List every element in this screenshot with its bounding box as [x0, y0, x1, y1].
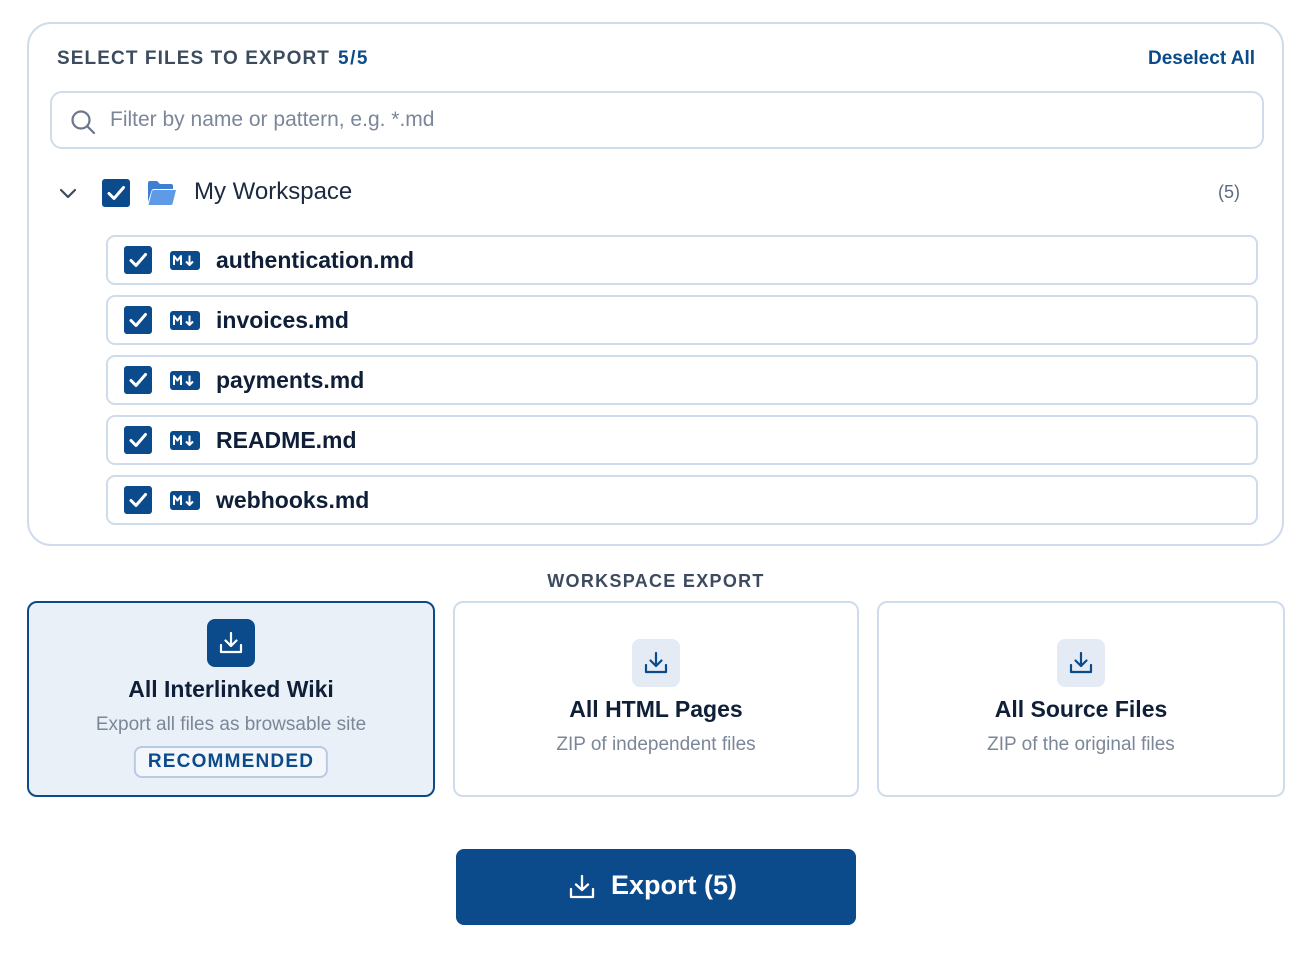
panel-title-text: SELECT FILES TO EXPORT	[57, 48, 330, 69]
export-button[interactable]: Export (5)	[456, 849, 856, 925]
file-selection-panel: SELECT FILES TO EXPORT 5/5 Deselect All M…	[27, 22, 1284, 546]
export-button-label: Export (5)	[611, 870, 738, 900]
search-icon	[71, 110, 96, 135]
file-name: invoices.md	[216, 307, 349, 333]
file-checkbox[interactable]	[124, 486, 152, 514]
option-description: ZIP of the original files	[987, 734, 1175, 755]
workspace-checkbox[interactable]	[102, 179, 130, 207]
folder-open-icon	[148, 181, 176, 205]
check-icon	[129, 493, 147, 507]
option-interlinked-wiki[interactable]: All Interlinked Wiki Export all files as…	[27, 601, 435, 797]
file-name: README.md	[216, 427, 357, 453]
download-icon	[569, 874, 595, 899]
workspace-export-label: WORKSPACE EXPORT	[547, 571, 765, 591]
option-html-pages[interactable]: All HTML Pages ZIP of independent files	[453, 601, 859, 797]
panel-title: SELECT FILES TO EXPORT 5/5	[57, 48, 369, 70]
file-checkbox[interactable]	[124, 426, 152, 454]
markdown-icon	[170, 431, 200, 450]
search-input[interactable]	[110, 101, 1240, 139]
workspace-name: My Workspace	[194, 178, 353, 205]
check-icon	[129, 313, 147, 327]
option-description: Export all files as browsable site	[95, 714, 367, 735]
file-row[interactable]: payments.md	[106, 355, 1258, 405]
deselect-all-button[interactable]: Deselect All	[1148, 48, 1255, 70]
option-description: ZIP of independent files	[556, 734, 756, 755]
recommended-badge: RECOMMENDED	[133, 746, 329, 778]
file-checkbox[interactable]	[124, 246, 152, 274]
check-icon	[129, 373, 147, 387]
file-checkbox[interactable]	[124, 366, 152, 394]
file-name: payments.md	[216, 367, 365, 393]
file-row[interactable]: README.md	[106, 415, 1258, 465]
option-title: All HTML Pages	[569, 696, 743, 722]
chevron-down-icon[interactable]	[57, 182, 79, 204]
file-checkbox[interactable]	[124, 306, 152, 334]
download-icon	[632, 639, 680, 687]
selected-count: 5/5	[338, 48, 369, 69]
download-icon	[1057, 639, 1105, 687]
workspace-row: My Workspace (5)	[29, 172, 1282, 214]
check-icon	[129, 433, 147, 447]
workspace-file-count: (5)	[1218, 182, 1240, 202]
file-row[interactable]: authentication.md	[106, 235, 1258, 285]
check-icon	[129, 253, 147, 267]
option-source-files[interactable]: All Source Files ZIP of the original fil…	[877, 601, 1285, 797]
option-title: All Interlinked Wiki	[128, 676, 334, 702]
search-box	[50, 91, 1264, 149]
file-name: authentication.md	[216, 247, 415, 273]
option-title: All Source Files	[994, 696, 1168, 722]
check-icon	[107, 186, 125, 200]
download-icon	[207, 619, 255, 667]
file-row[interactable]: invoices.md	[106, 295, 1258, 345]
markdown-icon	[170, 251, 200, 270]
markdown-icon	[170, 491, 200, 510]
file-row[interactable]: webhooks.md	[106, 475, 1258, 525]
markdown-icon	[170, 371, 200, 390]
markdown-icon	[170, 311, 200, 330]
file-name: webhooks.md	[216, 487, 370, 513]
